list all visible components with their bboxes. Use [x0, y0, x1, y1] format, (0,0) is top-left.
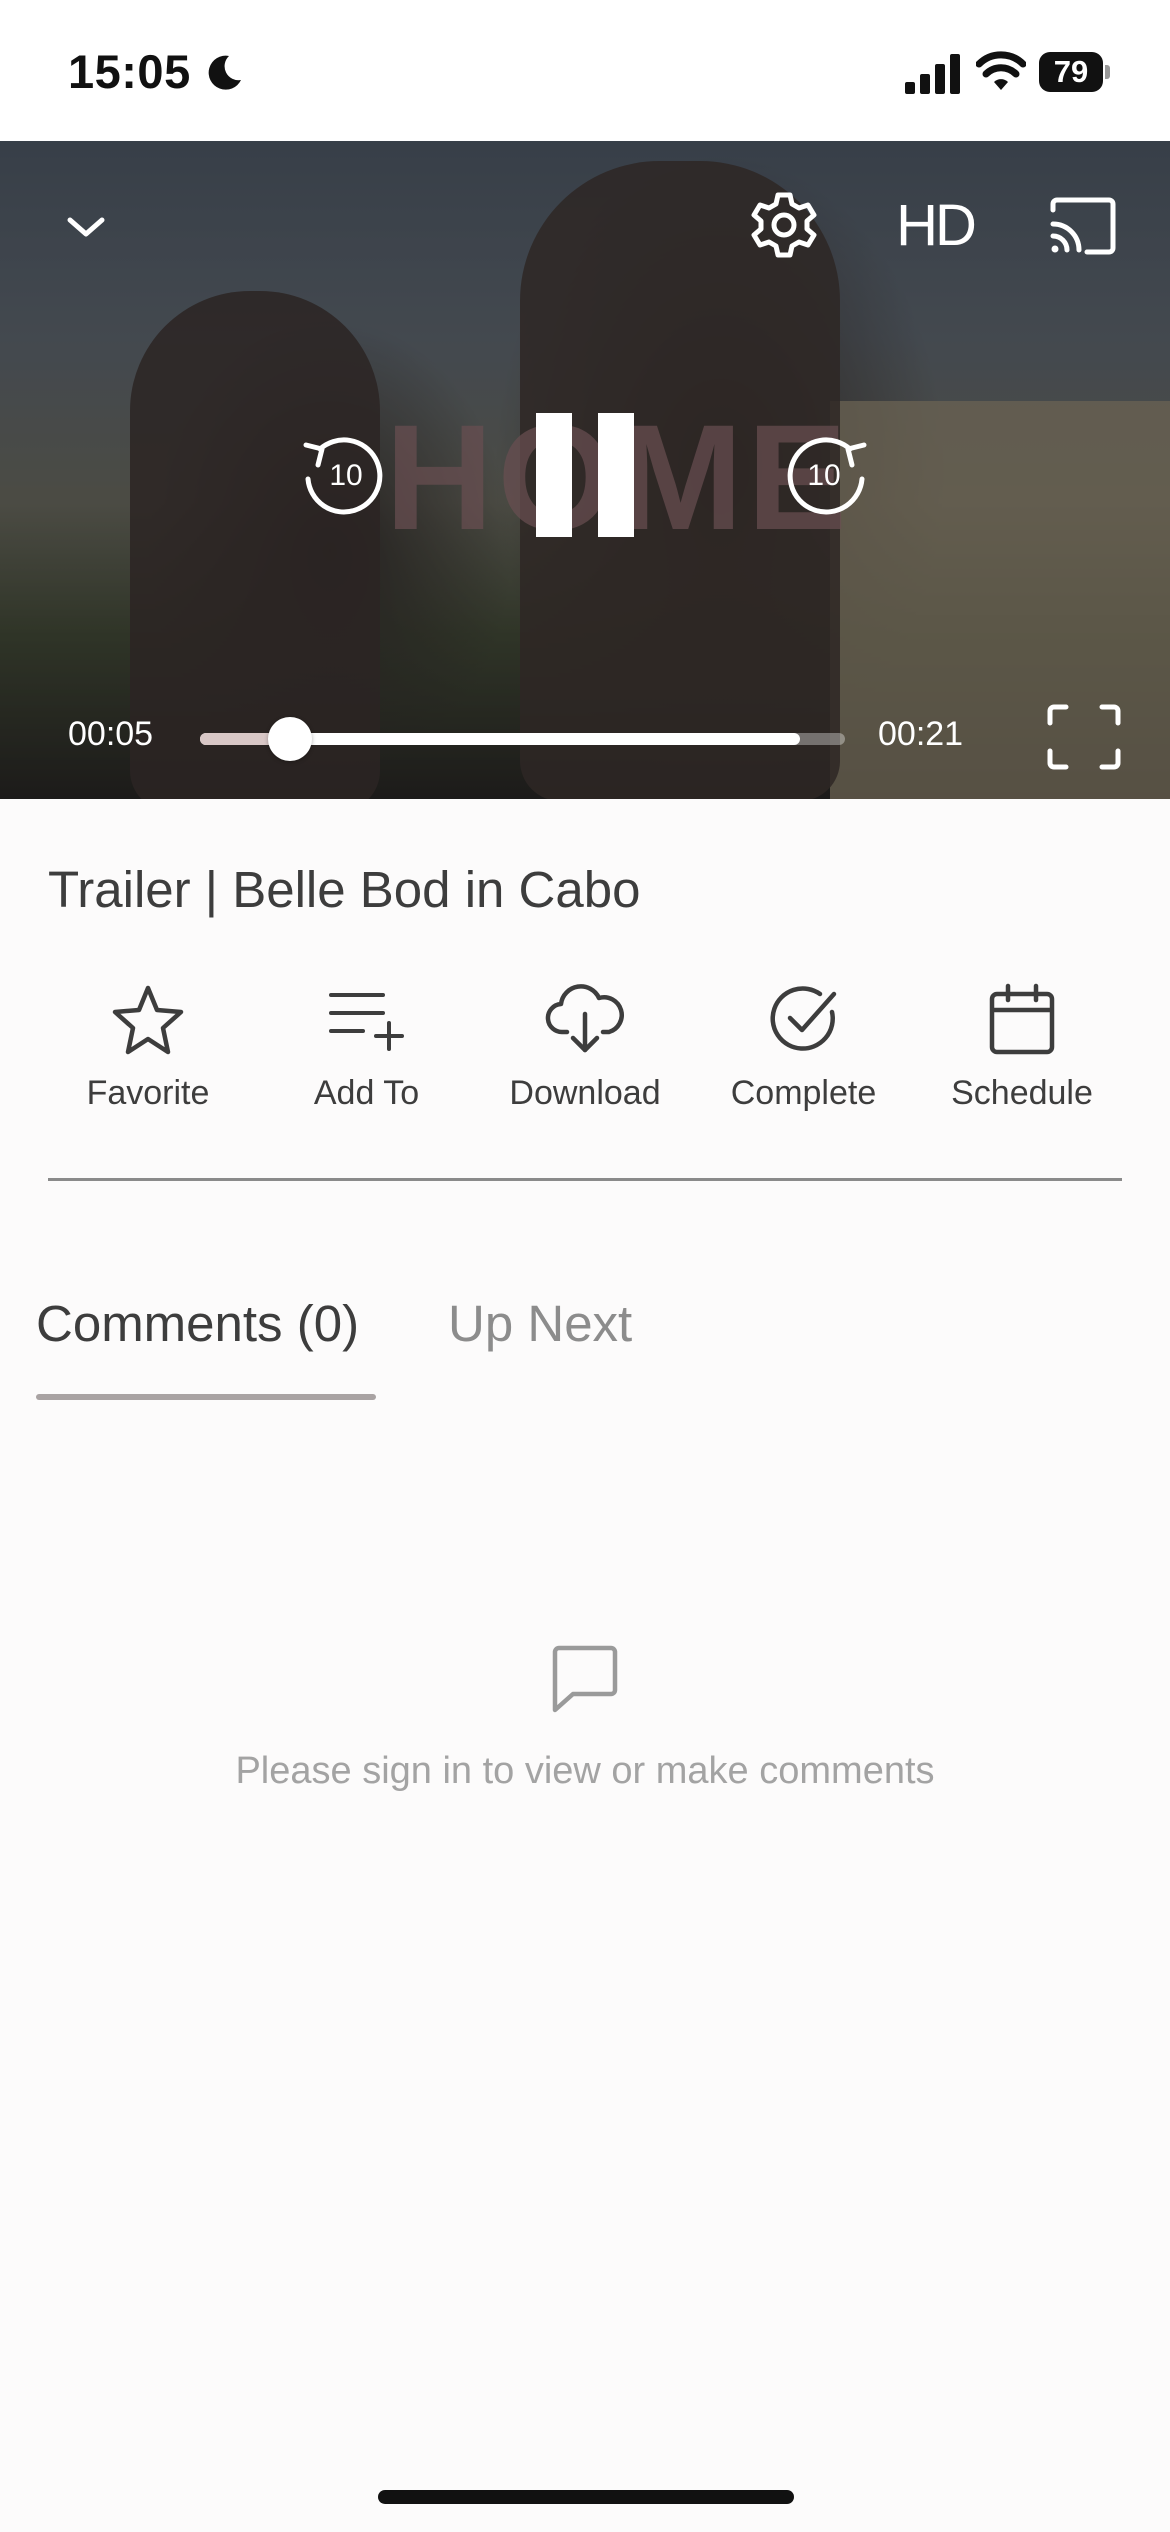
- add-to-label: Add To: [313, 1074, 420, 1112]
- pause-icon: [536, 413, 572, 537]
- gear-icon: [751, 192, 817, 258]
- check-circle-icon: [770, 986, 836, 1051]
- wifi-icon: [976, 51, 1026, 90]
- schedule-label: Schedule: [951, 1074, 1093, 1112]
- progress-thumb[interactable]: [268, 717, 313, 761]
- battery-indicator: 79: [1039, 52, 1111, 92]
- fullscreen-icon: [1047, 704, 1121, 770]
- sign-in-prompt: Please sign in to view or make comments: [235, 1750, 935, 1792]
- pause-button[interactable]: [530, 405, 640, 539]
- battery-level: 79: [1053, 54, 1089, 89]
- schedule-button[interactable]: Schedule: [922, 980, 1122, 1120]
- forward-10-button[interactable]: 10: [778, 423, 878, 523]
- comment-icon: [552, 1645, 618, 1713]
- status-time: 15:05: [68, 45, 191, 98]
- chevron-down-icon: [67, 217, 105, 237]
- download-button[interactable]: Download: [485, 980, 685, 1120]
- download-label: Download: [509, 1074, 661, 1112]
- star-icon: [112, 985, 184, 1055]
- home-indicator[interactable]: [378, 2490, 794, 2504]
- video-title: Trailer | Belle Bod in Cabo: [48, 861, 641, 918]
- cloud-download-icon: [545, 984, 624, 1053]
- cast-icon: [1050, 197, 1116, 255]
- moon-icon: [208, 55, 241, 90]
- rewind-icon: 10: [303, 437, 383, 515]
- active-tab-indicator: [36, 1394, 376, 1400]
- fullscreen-button[interactable]: [1044, 701, 1124, 773]
- favorite-button[interactable]: Favorite: [48, 980, 248, 1120]
- calendar-icon: [989, 983, 1055, 1055]
- progress-bar[interactable]: [200, 717, 845, 761]
- add-to-button[interactable]: Add To: [267, 980, 467, 1120]
- complete-label: Complete: [730, 1074, 877, 1112]
- video-player[interactable]: HOME HD 10: [0, 141, 1170, 799]
- forward-icon: 10: [787, 437, 867, 515]
- rewind-10-button[interactable]: 10: [292, 423, 392, 523]
- collapse-player-button[interactable]: [58, 199, 114, 255]
- complete-button[interactable]: Complete: [704, 980, 904, 1120]
- quality-button[interactable]: HD: [890, 189, 980, 261]
- total-time: 00:21: [878, 715, 964, 753]
- tab-comments[interactable]: Comments (0): [36, 1294, 359, 1353]
- divider: [48, 1178, 1122, 1181]
- cast-button[interactable]: [1046, 195, 1120, 257]
- tab-up-next[interactable]: Up Next: [448, 1294, 632, 1353]
- status-bar: 15:05 79: [0, 0, 1170, 141]
- favorite-label: Favorite: [86, 1074, 210, 1112]
- playlist-add-icon: [328, 993, 404, 1051]
- rewind-seconds: 10: [329, 459, 362, 492]
- cellular-signal-icon: [905, 54, 960, 94]
- settings-button[interactable]: [748, 189, 820, 261]
- forward-seconds: 10: [807, 459, 840, 492]
- current-time: 00:05: [68, 715, 154, 753]
- video-frame-person: [130, 291, 380, 799]
- action-bar: Favorite Add To Download Complete Schedu…: [48, 980, 1122, 1120]
